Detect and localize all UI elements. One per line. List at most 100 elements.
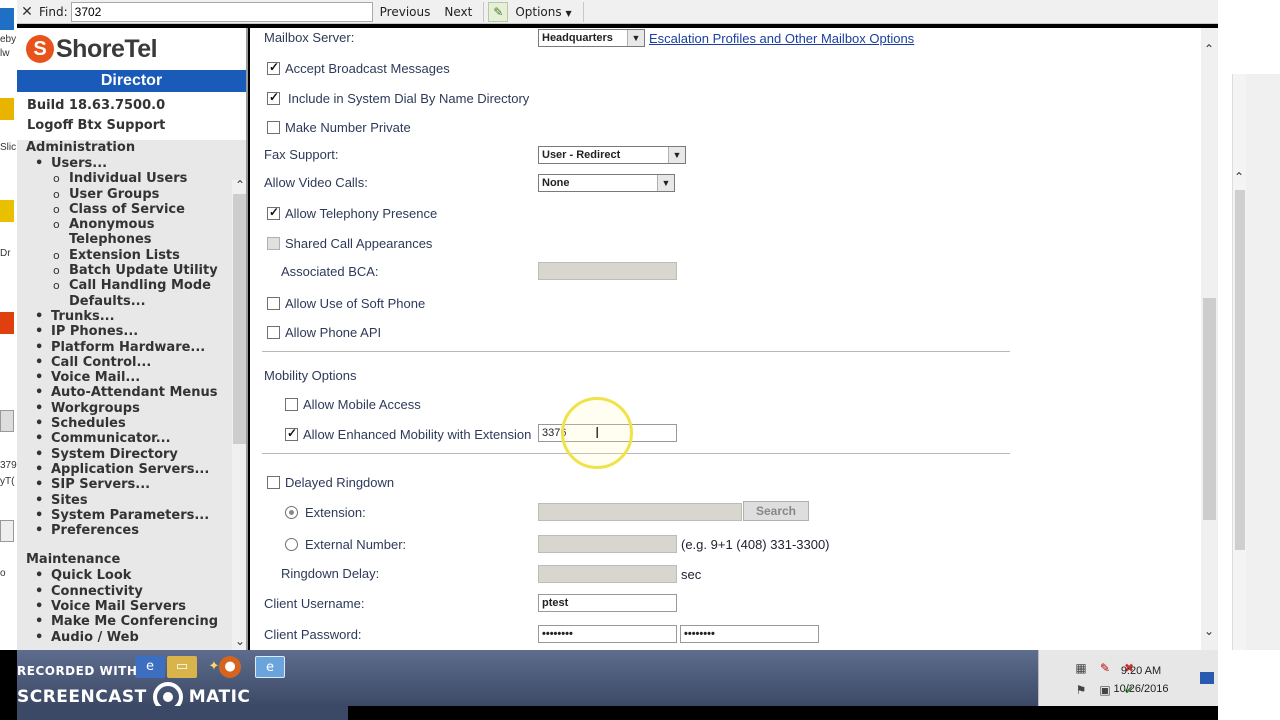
background-scrollbar[interactable]: ⌃ — [1232, 74, 1246, 650]
find-previous-button[interactable]: Previous — [373, 5, 438, 19]
client-password-input[interactable]: •••••••• — [538, 625, 677, 643]
nav-scrollbar-thumb[interactable] — [233, 194, 246, 444]
extension-field[interactable] — [538, 503, 742, 521]
show-desktop-icon[interactable] — [1200, 672, 1214, 684]
nav-item[interactable]: Trunks... — [26, 309, 231, 325]
firefox-taskbar-icon[interactable]: ● — [219, 656, 241, 678]
network-icon[interactable]: ▦ — [1073, 660, 1089, 676]
desktop-icon-2[interactable] — [0, 98, 14, 120]
external-number-radio[interactable] — [285, 537, 298, 551]
delayed-ringdown-row: Delayed Ringdown — [267, 471, 394, 493]
desktop-snippet-6: yT( — [0, 476, 15, 487]
ie-active-taskbar-icon[interactable]: e — [255, 656, 285, 678]
nav-item[interactable]: Users... — [26, 156, 231, 172]
scroll-down-icon[interactable]: ⌄ — [232, 634, 246, 648]
nav-section-maintenance[interactable]: Maintenance — [26, 552, 231, 568]
nav-item[interactable]: Communicator... — [26, 431, 231, 447]
shoretel-brand: ShoreTel — [56, 34, 158, 63]
fax-support-select[interactable]: User - Redirect ▼ — [538, 146, 686, 164]
nav-section-administration[interactable]: Administration — [26, 140, 231, 156]
nav-item[interactable]: Workgroups — [26, 401, 231, 417]
nav-item[interactable]: Quick Look — [26, 568, 231, 584]
enhanced-mobility-checkbox[interactable] — [285, 426, 298, 441]
nav-item[interactable]: System Parameters... — [26, 508, 231, 524]
soft-phone-checkbox[interactable] — [267, 296, 280, 310]
nav-item[interactable]: Class of Service — [26, 202, 231, 218]
scroll-up-icon[interactable]: ⌃ — [1201, 42, 1217, 56]
external-number-label: External Number: — [305, 536, 407, 552]
delayed-ringdown-checkbox[interactable] — [267, 475, 280, 489]
scroll-up-icon[interactable]: ⌃ — [1232, 170, 1246, 184]
search-button[interactable]: Search — [743, 501, 809, 521]
mailbox-server-select[interactable]: Headquarters ▼ — [538, 29, 645, 47]
make-private-checkbox[interactable] — [267, 120, 280, 134]
phone-api-checkbox[interactable] — [267, 325, 280, 339]
ie-taskbar-icon[interactable]: e — [135, 656, 165, 678]
nav-item[interactable]: Application Servers... — [26, 462, 231, 478]
nav-item[interactable]: Audio / Web — [26, 630, 231, 646]
watermark-brand-right: MATIC — [188, 687, 251, 707]
dial-by-name-checkbox[interactable] — [267, 90, 280, 105]
escalation-profiles-link[interactable]: Escalation Profiles and Other Mailbox Op… — [649, 31, 914, 46]
nav-item[interactable]: User Groups — [26, 187, 231, 203]
extension-radio[interactable] — [285, 505, 298, 519]
telephony-presence-checkbox[interactable] — [267, 205, 280, 220]
nav-item[interactable]: Batch Update Utility — [26, 263, 231, 279]
external-number-field[interactable] — [538, 535, 677, 553]
mobile-access-checkbox[interactable] — [285, 397, 298, 411]
desktop-icon-1[interactable] — [0, 8, 14, 30]
close-find-icon[interactable]: ✕ — [17, 4, 37, 20]
nav-item[interactable]: Anonymous Telephones — [26, 217, 231, 248]
desktop-icon-5[interactable] — [0, 410, 14, 432]
nav-item[interactable]: Preferences — [26, 523, 231, 539]
nav-item[interactable]: Call Handling Mode Defaults... — [26, 278, 231, 309]
nav-item[interactable]: Make Me Conferencing — [26, 614, 231, 630]
nav-item[interactable]: Extension Lists — [26, 248, 231, 264]
logoff-link[interactable]: Logoff Btx Support — [27, 116, 246, 136]
main-scrollbar-thumb[interactable] — [1203, 298, 1216, 520]
scroll-down-icon[interactable]: ⌄ — [1201, 624, 1217, 638]
desktop-icon-6[interactable] — [0, 520, 14, 542]
folder-taskbar-icon[interactable]: ▭ — [167, 656, 197, 678]
chevron-down-icon: ▼ — [668, 147, 685, 163]
shared-call-checkbox[interactable] — [267, 236, 280, 250]
desktop-snippet-4: Dr — [0, 248, 11, 259]
nav-item[interactable]: Auto-Attendant Menus — [26, 385, 231, 401]
scroll-up-icon[interactable]: ⌃ — [232, 178, 246, 192]
mobile-access-label: Allow Mobile Access — [303, 396, 421, 412]
nav-item[interactable]: Schedules — [26, 416, 231, 432]
accept-broadcast-row: Accept Broadcast Messages — [267, 57, 450, 79]
main-scrollbar[interactable]: ⌃ ⌄ — [1201, 28, 1218, 650]
find-input[interactable] — [70, 1, 373, 22]
find-next-button[interactable]: Next — [437, 5, 479, 19]
nav-item[interactable]: Platform Hardware... — [26, 340, 231, 356]
shared-call-label: Shared Call Appearances — [285, 235, 433, 251]
associated-bca-field[interactable] — [538, 262, 677, 280]
nav-item[interactable]: System Directory — [26, 447, 231, 463]
nav-item[interactable]: Call Control... — [26, 355, 231, 371]
accept-broadcast-checkbox[interactable] — [267, 60, 280, 75]
nav-scroll-area: Administration Users...Individual UsersU… — [17, 140, 246, 650]
nav-item[interactable]: Individual Users — [26, 171, 231, 187]
nav-scrollbar[interactable]: ⌃ ⌄ — [232, 178, 246, 650]
soft-phone-label: Allow Use of Soft Phone — [285, 295, 426, 311]
desktop-icon-4[interactable] — [0, 312, 14, 334]
desktop-icon-3[interactable] — [0, 200, 14, 222]
desktop-snippet-5: 379 — [0, 460, 17, 471]
nav-item[interactable]: SIP Servers... — [26, 477, 231, 493]
nav-item[interactable]: Sites — [26, 493, 231, 509]
find-options-button[interactable]: Options ▼ — [508, 5, 578, 19]
clock[interactable]: 9:20 AM 10/26/2016 — [1101, 662, 1181, 698]
nav-item[interactable]: IP Phones... — [26, 324, 231, 340]
allow-video-select[interactable]: None ▼ — [538, 174, 675, 192]
nav-item[interactable]: Voice Mail... — [26, 370, 231, 386]
pencil-icon[interactable]: ✎ — [488, 1, 509, 22]
client-password-confirm-input[interactable]: •••••••• — [680, 625, 819, 643]
client-username-input[interactable]: ptest — [538, 594, 677, 612]
background-scrollbar-thumb[interactable] — [1235, 190, 1245, 550]
nav-item[interactable]: Voice Mail Servers — [26, 599, 231, 615]
ringdown-delay-field[interactable] — [538, 565, 677, 583]
flag-icon[interactable]: ⚑ — [1073, 682, 1089, 698]
nav-item[interactable]: Connectivity — [26, 584, 231, 600]
dial-by-name-row: Include in System Dial By Name Directory — [267, 87, 529, 109]
